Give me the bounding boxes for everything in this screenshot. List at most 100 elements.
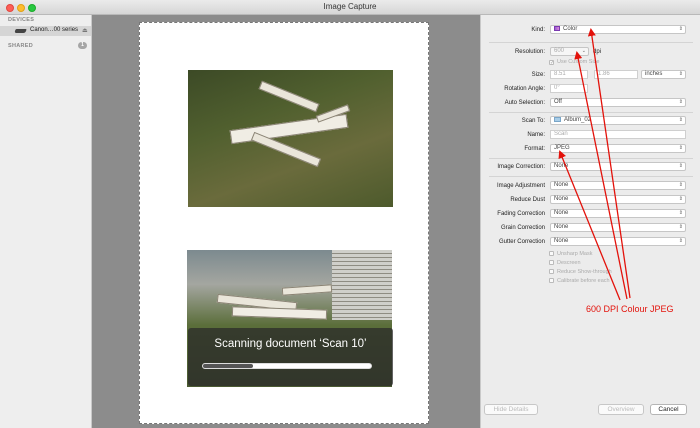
scanned-photo-1[interactable] (188, 70, 393, 207)
overview-button[interactable]: Overview (598, 404, 644, 415)
custom-size-checkbox[interactable]: ✓ Use Custom Size (549, 59, 600, 66)
reduce-show-through-label: Reduce Show-through (557, 269, 612, 275)
plane-2-upper-wing (281, 284, 333, 296)
resolution-value: 600 (554, 48, 565, 54)
chevron-updown-icon: ⇕ (678, 26, 683, 32)
scan-progress-bar (202, 363, 372, 369)
size-width-field[interactable]: 8.51 (550, 70, 588, 79)
chevron-updown-icon: ⇕ (678, 163, 683, 169)
rotation-field[interactable]: 0° (550, 84, 588, 93)
chevron-updown-icon: ⇕ (678, 99, 683, 105)
reduce-dust-label: Reduce Dust (510, 197, 545, 203)
chevron-updown-icon: ⇕ (678, 224, 683, 230)
fading-correction-label: Fading Correction (497, 211, 545, 217)
scan-bed-sheet[interactable]: Scanning document ‘Scan 10’ (139, 22, 429, 424)
folder-icon (554, 117, 561, 122)
scanner-icon (14, 29, 27, 33)
custom-size-label: Use Custom Size (557, 59, 600, 65)
scan-settings-panel: Kind: Color ⇕ Resolution: 600 ⌄ dpi ✓ Use C… (480, 15, 700, 428)
divider (489, 176, 693, 177)
fading-correction-popup[interactable]: None ⇕ (550, 209, 686, 218)
calibrate-checkbox[interactable]: Calibrate before each (549, 278, 610, 284)
image-adjustment-label: Image Adjustment (496, 183, 545, 189)
checkbox-icon (549, 251, 554, 256)
gutter-correction-label: Gutter Correction (498, 239, 545, 245)
kind-popup[interactable]: Color ⇕ (550, 25, 686, 34)
resolution-label: Resolution: (514, 49, 545, 55)
grain-correction-popup[interactable]: None ⇕ (550, 223, 686, 232)
calibrate-label: Calibrate before each (557, 278, 610, 284)
plane-fuselage (229, 113, 349, 145)
checkbox-icon (549, 278, 554, 283)
kind-label: Kind: (531, 27, 545, 33)
grain-correction-label: Grain Correction (500, 225, 545, 231)
scan-progress-fill (203, 364, 254, 368)
chevron-down-icon: ⌄ (581, 48, 586, 54)
gutter-correction-value: None (554, 238, 569, 244)
size-label: Size: (531, 72, 545, 78)
chevron-updown-icon: ⇕ (678, 145, 683, 151)
sidebar: DEVICES Canon…00 series ⏏ SHARED 1 (0, 15, 92, 428)
checkbox-icon (549, 269, 554, 274)
unsharp-mask-checkbox[interactable]: Unsharp Mask (549, 251, 592, 257)
reduce-dust-popup[interactable]: None ⇕ (550, 195, 686, 204)
unsharp-mask-label: Unsharp Mask (557, 251, 593, 257)
cancel-button[interactable]: Cancel (650, 404, 687, 415)
annotation-label: 600 DPI Colour JPEG (586, 304, 674, 314)
house-siding (332, 250, 392, 320)
size-unit-popup[interactable]: inches ⇕ (641, 70, 686, 79)
sidebar-item-scanner[interactable]: Canon…00 series ⏏ (0, 26, 91, 36)
shared-heading: SHARED (8, 43, 34, 49)
scan-to-value: Album_02 (564, 117, 592, 123)
reduce-show-through-checkbox[interactable]: Reduce Show-through (549, 269, 612, 275)
eject-icon[interactable]: ⏏ (82, 27, 88, 34)
devices-heading: DEVICES (8, 17, 35, 23)
title-bar: Image Capture (0, 0, 700, 15)
format-popup[interactable]: JPEG ⇕ (550, 144, 686, 153)
reduce-dust-value: None (554, 196, 569, 202)
kind-value: Color (563, 26, 578, 32)
divider (489, 42, 693, 43)
chevron-updown-icon: ⇕ (678, 238, 683, 244)
window-title: Image Capture (323, 2, 377, 11)
resolution-popup[interactable]: 600 ⌄ (550, 47, 589, 56)
device-name: Canon…00 series (30, 27, 79, 33)
scan-to-popup[interactable]: Album_02 ⇕ (550, 116, 686, 125)
color-swatch-icon (554, 26, 560, 31)
image-correction-popup[interactable]: None ⇕ (550, 162, 686, 171)
plane-2-fuselage (231, 306, 328, 320)
size-height-field[interactable]: 1.86 (594, 70, 638, 79)
descreen-checkbox[interactable]: Descreen (549, 260, 581, 266)
image-correction-label: Image Correction: (497, 164, 545, 170)
format-value: JPEG (554, 145, 570, 151)
auto-selection-popup[interactable]: Off ⇕ (550, 98, 686, 107)
chevron-updown-icon: ⇕ (678, 210, 683, 216)
image-correction-value: None (554, 163, 569, 169)
hide-details-button[interactable]: Hide Details (484, 404, 538, 415)
image-adjustment-popup[interactable]: None ⇕ (550, 181, 686, 190)
resolution-unit: dpi (593, 49, 602, 55)
size-unit-value: inches (645, 71, 663, 77)
chevron-updown-icon: ⇕ (678, 117, 683, 123)
scanning-status-text: Scanning document ‘Scan 10’ (214, 338, 367, 350)
shared-count-badge: 1 (78, 42, 87, 49)
checkbox-icon (549, 260, 554, 265)
checkbox-icon: ✓ (549, 60, 555, 66)
plane-lower-wing (250, 131, 322, 168)
gutter-correction-popup[interactable]: None ⇕ (550, 237, 686, 246)
name-field[interactable]: Scan (550, 130, 686, 139)
chevron-updown-icon: ⇕ (678, 196, 683, 202)
chevron-updown-icon: ⇕ (678, 71, 683, 77)
format-label: Format: (524, 146, 545, 152)
chevron-updown-icon: ⇕ (678, 182, 683, 188)
divider (489, 158, 693, 159)
rotation-label: Rotation Angle: (504, 86, 545, 92)
scanning-progress-overlay: Scanning document ‘Scan 10’ (188, 328, 393, 386)
auto-selection-value: Off (554, 99, 562, 105)
scan-to-label: Scan To: (521, 118, 545, 124)
name-label: Name: (527, 132, 545, 138)
grain-correction-value: None (554, 224, 569, 230)
divider (489, 112, 693, 113)
descreen-label: Descreen (557, 260, 581, 266)
plane-upper-wing (258, 80, 320, 113)
